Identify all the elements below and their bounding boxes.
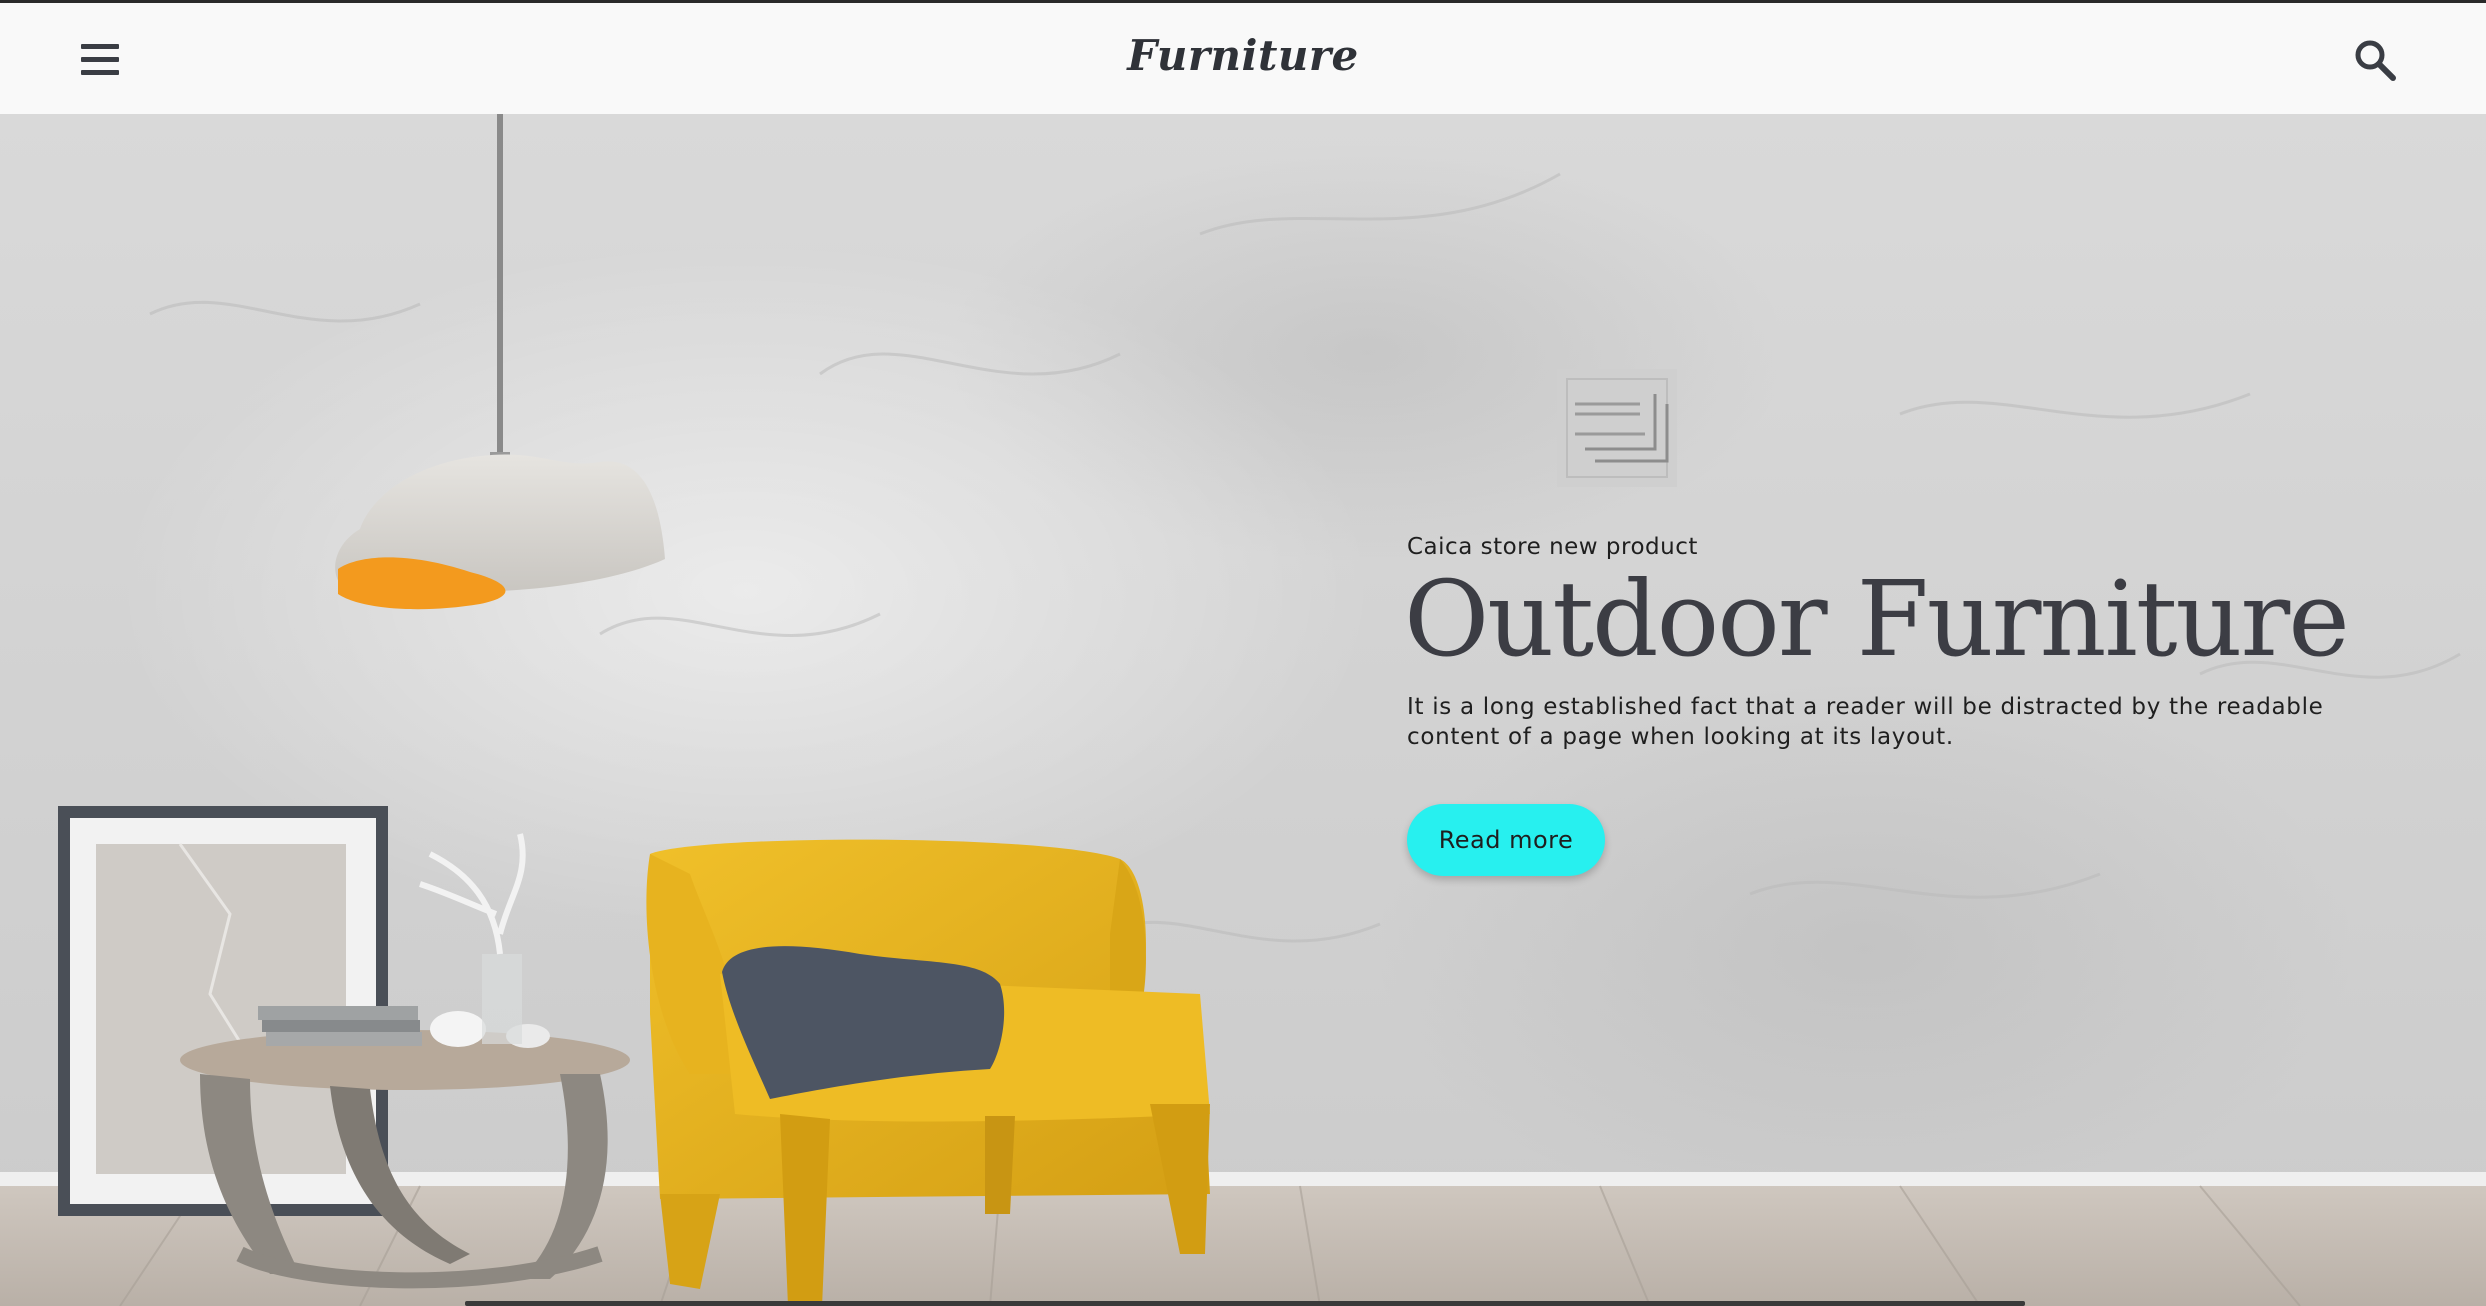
read-more-button[interactable]: Read more — [1407, 804, 1605, 876]
search-icon[interactable] — [2352, 37, 2398, 83]
horizontal-scrollbar[interactable] — [465, 1301, 2025, 1306]
site-header: Furniture — [0, 3, 2486, 115]
hero-title: Outdoor Furniture — [1404, 558, 2350, 680]
site-brand[interactable]: Furniture — [0, 31, 2486, 80]
search-icon-glyph — [2355, 40, 2396, 81]
stacked-frames-logo-icon — [1557, 369, 1677, 487]
hero-eyebrow: Caica store new product — [1407, 534, 1698, 560]
hero-description: It is a long established fact that a rea… — [1407, 694, 2324, 750]
hero-banner: Caica store new product Outdoor Furnitur… — [0, 114, 2486, 1306]
pendant-lamp — [335, 114, 665, 610]
